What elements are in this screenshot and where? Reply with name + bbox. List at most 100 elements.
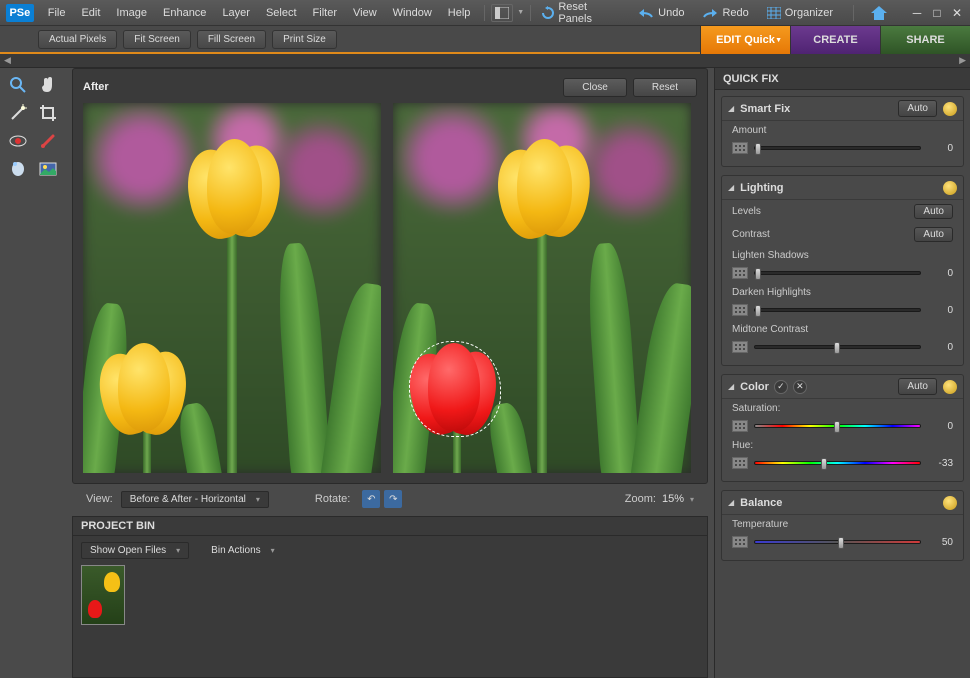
menu-layer[interactable]: Layer — [214, 3, 258, 23]
show-open-files-dropdown[interactable]: Show Open Files — [81, 542, 189, 559]
bin-actions-dropdown[interactable]: Bin Actions — [203, 543, 283, 558]
view-mode-dropdown[interactable]: Before & After - Horizontal — [121, 491, 269, 508]
menu-enhance[interactable]: Enhance — [155, 3, 214, 23]
menu-select[interactable]: Select — [258, 3, 305, 23]
grid-icon[interactable] — [732, 341, 748, 353]
hue-slider[interactable] — [754, 461, 921, 465]
lighting-title: Lighting — [740, 182, 783, 194]
reset-panels-label: Reset Panels — [558, 1, 620, 25]
grid-icon[interactable] — [732, 267, 748, 279]
crop-tool[interactable] — [36, 102, 60, 124]
redo-label: Redo — [722, 7, 748, 19]
tip-icon[interactable] — [943, 380, 957, 394]
print-size-button[interactable]: Print Size — [272, 30, 337, 49]
contrast-auto-button[interactable]: Auto — [914, 227, 953, 242]
grid-icon[interactable] — [732, 420, 748, 432]
mode-create-tab[interactable]: CREATE — [790, 26, 880, 54]
undo-icon — [638, 7, 654, 19]
photo-tool[interactable] — [36, 158, 60, 180]
color-auto-button[interactable]: Auto — [898, 378, 937, 395]
rotate-left-button[interactable]: ↶ — [362, 490, 380, 508]
collapse-icon[interactable]: ◢ — [728, 183, 734, 192]
quick-select-tool[interactable] — [6, 102, 30, 124]
grid-icon[interactable] — [732, 536, 748, 548]
view-bar: View: Before & After - Horizontal Rotate… — [72, 484, 708, 514]
darken-label: Darken Highlights — [732, 287, 811, 298]
levels-auto-button[interactable]: Auto — [914, 204, 953, 219]
redeye-tool[interactable] — [6, 130, 30, 152]
temperature-label: Temperature — [732, 519, 788, 530]
menu-filter[interactable]: Filter — [305, 3, 345, 23]
chevron-down-icon: ▼ — [517, 9, 524, 16]
redo-button[interactable]: Redo — [698, 5, 752, 21]
tip-icon[interactable] — [943, 102, 957, 116]
project-bin-header[interactable]: PROJECT BIN — [72, 516, 708, 536]
collapse-icon[interactable]: ◢ — [728, 498, 734, 507]
actual-pixels-button[interactable]: Actual Pixels — [38, 30, 117, 49]
mode-edit-tab[interactable]: EDIT Quick — [700, 26, 790, 54]
darken-slider[interactable] — [754, 308, 921, 312]
arrow-strip: ◀ ▶ — [0, 54, 970, 68]
project-bin-title: PROJECT BIN — [81, 520, 155, 532]
menu-image[interactable]: Image — [108, 3, 155, 23]
rotate-right-button[interactable]: ↷ — [384, 490, 402, 508]
zoom-tool[interactable] — [6, 74, 30, 96]
hand-icon — [39, 76, 57, 94]
temperature-slider[interactable] — [754, 540, 921, 544]
commit-icon[interactable]: ✓ — [774, 380, 788, 394]
canvas-title: After — [83, 81, 109, 93]
wand-icon — [9, 104, 27, 122]
minimize-button[interactable]: ─ — [910, 6, 924, 20]
organizer-button[interactable]: Organizer — [763, 5, 837, 21]
bin-thumbnail[interactable] — [81, 565, 125, 625]
tip-icon[interactable] — [943, 181, 957, 195]
hand-tool[interactable] — [36, 74, 60, 96]
brush-tool[interactable] — [36, 130, 60, 152]
menu-help[interactable]: Help — [440, 3, 479, 23]
amount-value: 0 — [927, 143, 953, 154]
arrow-right-icon[interactable]: ▶ — [959, 55, 966, 66]
rotate-label: Rotate: — [315, 493, 350, 505]
smartfix-auto-button[interactable]: Auto — [898, 100, 937, 117]
home-button[interactable] — [870, 5, 888, 21]
undo-label: Undo — [658, 7, 684, 19]
balance-title: Balance — [740, 497, 782, 509]
cancel-icon[interactable]: ✕ — [793, 380, 807, 394]
arrow-left-icon[interactable]: ◀ — [4, 55, 11, 66]
after-image[interactable] — [393, 103, 691, 473]
before-image[interactable] — [83, 103, 381, 473]
separator — [530, 5, 531, 21]
menu-view[interactable]: View — [345, 3, 385, 23]
grid-icon[interactable] — [732, 142, 748, 154]
maximize-button[interactable]: □ — [930, 6, 944, 20]
undo-button[interactable]: Undo — [634, 5, 688, 21]
close-window-button[interactable]: ✕ — [950, 6, 964, 20]
grid-icon[interactable] — [732, 304, 748, 316]
collapse-icon[interactable]: ◢ — [728, 104, 734, 113]
grid-icon — [767, 7, 781, 19]
tip-icon[interactable] — [943, 496, 957, 510]
mode-share-tab[interactable]: SHARE — [880, 26, 970, 54]
chevron-down-icon[interactable]: ▾ — [690, 495, 694, 504]
reset-button[interactable]: Reset — [633, 78, 697, 97]
fit-screen-button[interactable]: Fit Screen — [123, 30, 191, 49]
fill-screen-button[interactable]: Fill Screen — [197, 30, 266, 49]
reset-panels-button[interactable]: Reset Panels — [537, 0, 624, 27]
project-bin: Show Open Files Bin Actions — [72, 536, 708, 678]
close-button[interactable]: Close — [563, 78, 627, 97]
whiten-tool[interactable] — [6, 158, 30, 180]
zoom-value: 15% — [662, 493, 684, 505]
midtone-slider[interactable] — [754, 345, 921, 349]
menu-window[interactable]: Window — [385, 3, 440, 23]
layout-dropdown[interactable] — [491, 4, 513, 22]
amount-slider[interactable] — [754, 146, 921, 150]
crop-icon — [39, 104, 57, 122]
lighten-slider[interactable] — [754, 271, 921, 275]
saturation-slider[interactable] — [754, 424, 921, 428]
menu-file[interactable]: File — [40, 3, 74, 23]
midtone-label: Midtone Contrast — [732, 324, 808, 335]
separator — [484, 5, 485, 21]
grid-icon[interactable] — [732, 457, 748, 469]
collapse-icon[interactable]: ◢ — [728, 382, 734, 391]
menu-edit[interactable]: Edit — [73, 3, 108, 23]
